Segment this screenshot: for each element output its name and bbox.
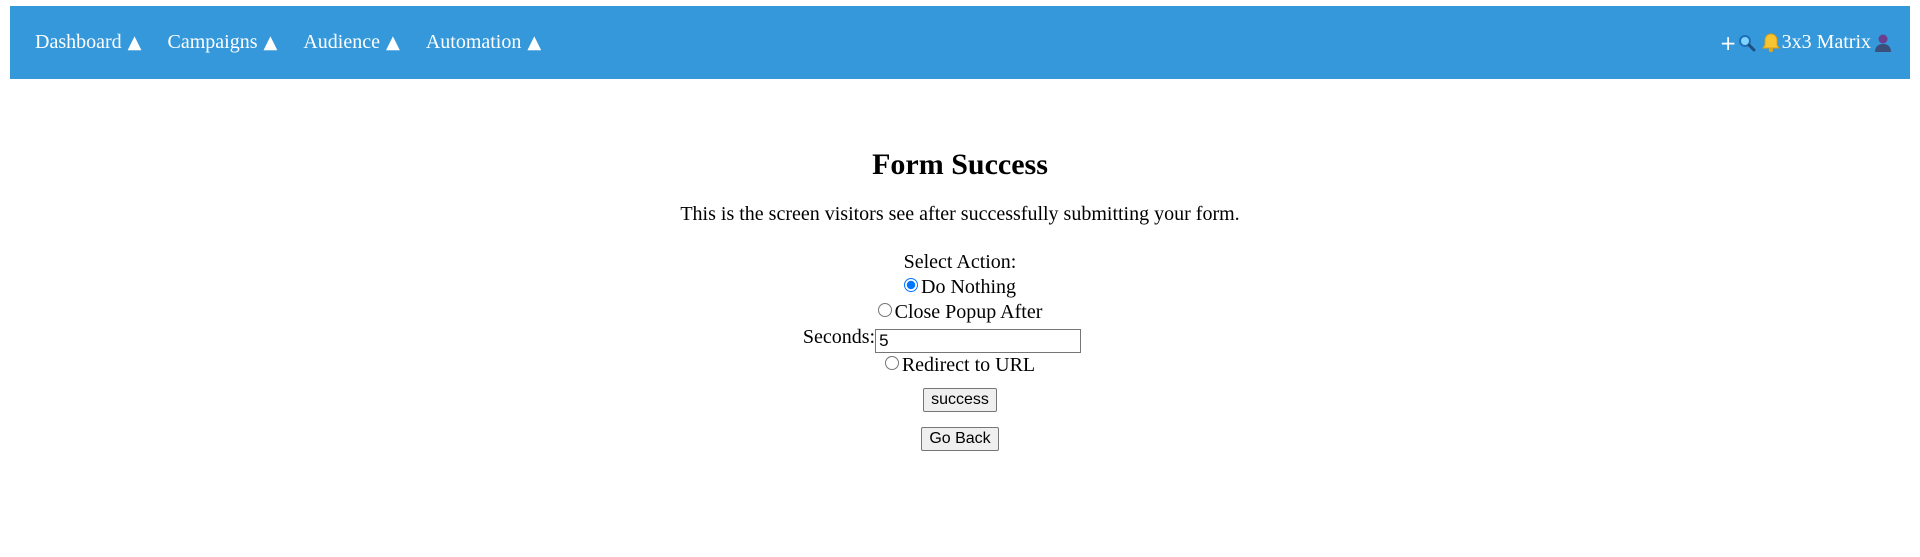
select-action-label: Select Action: [903, 251, 1017, 273]
caret-up-icon: ▲ [263, 32, 278, 53]
nav-right-tools: + 3x3 Matrix [1720, 6, 1892, 79]
nav-item-label: Audience [303, 31, 380, 53]
seconds-label: Seconds: [802, 326, 876, 348]
option-redirect-url[interactable]: Redirect to URL [0, 353, 1920, 378]
close-popup-radio[interactable] [877, 303, 892, 317]
submit-row: success [0, 388, 1920, 412]
do-nothing-radio[interactable] [904, 278, 918, 292]
account-name[interactable]: 3x3 Matrix [1782, 31, 1871, 54]
plus-icon[interactable]: + [1720, 31, 1737, 55]
nav-item-campaigns[interactable]: Campaigns ▲ [167, 31, 277, 54]
seconds-input[interactable] [875, 329, 1082, 353]
option-label: Redirect to URL [901, 354, 1036, 376]
user-icon[interactable] [1874, 33, 1892, 53]
nav-item-audience[interactable]: Audience ▲ [303, 31, 399, 54]
option-close-popup[interactable]: Close Popup After [0, 300, 1920, 325]
seconds-row: Seconds: [0, 325, 1920, 353]
bell-icon[interactable] [1761, 32, 1780, 53]
caret-up-icon: ▲ [385, 32, 400, 53]
option-do-nothing[interactable]: Do Nothing [0, 275, 1920, 300]
search-icon[interactable] [1738, 34, 1756, 52]
page-title: Form Success [872, 148, 1048, 181]
nav-menu: Dashboard ▲ Campaigns ▲ Audience ▲ Autom… [35, 6, 567, 79]
option-label: Close Popup After [894, 301, 1043, 323]
caret-up-icon: ▲ [127, 32, 142, 53]
redirect-url-radio[interactable] [884, 356, 899, 370]
option-label: Do Nothing [921, 276, 1016, 298]
nav-item-label: Dashboard [35, 31, 122, 53]
page-description: This is the screen visitors see after su… [680, 203, 1240, 225]
nav-item-label: Campaigns [167, 31, 258, 53]
caret-up-icon: ▲ [527, 32, 542, 53]
nav-item-dashboard[interactable]: Dashboard ▲ [35, 31, 141, 54]
top-navigation-bar: Dashboard ▲ Campaigns ▲ Audience ▲ Autom… [10, 6, 1910, 79]
nav-item-automation[interactable]: Automation ▲ [426, 31, 541, 54]
action-form: Select Action: Do Nothing Close Popup Af… [0, 250, 1920, 378]
back-row: Go Back [0, 427, 1920, 451]
nav-item-label: Automation [425, 31, 522, 53]
go-back-button[interactable]: Go Back [921, 427, 999, 451]
success-button[interactable]: success [923, 388, 997, 412]
